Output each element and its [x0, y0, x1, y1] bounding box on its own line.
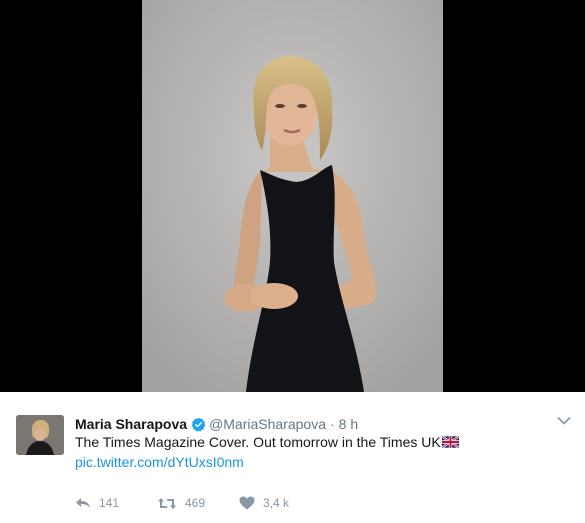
user-fullname[interactable]: Maria Sharapova: [75, 416, 187, 432]
user-handle[interactable]: @MariaSharapova: [209, 416, 326, 432]
tweet-photo[interactable]: [142, 0, 443, 392]
verified-badge-icon: [191, 417, 206, 432]
retweet-icon: [158, 497, 176, 509]
tweet-timestamp[interactable]: 8 h: [339, 416, 358, 432]
retweet-button[interactable]: 469: [157, 496, 239, 510]
tweet-media[interactable]: [0, 0, 585, 392]
tweet-text: The Times Magazine Cover. Out tomorrow i…: [75, 433, 459, 451]
reply-icon: [76, 498, 90, 508]
tweet-actions: 141 469 3,4 k: [75, 494, 289, 512]
reply-button[interactable]: 141: [75, 496, 133, 510]
heart-icon: [239, 496, 255, 510]
tweet-media-link[interactable]: pic.twitter.com/dYtUxsI0nm: [75, 453, 244, 471]
chevron-down-icon[interactable]: [557, 416, 571, 426]
like-count: 3,4 k: [263, 496, 290, 510]
photo-illustration: [142, 0, 443, 392]
like-button[interactable]: 3,4 k: [239, 496, 289, 510]
tweet: Maria Sharapova @MariaSharapova · 8 h Th…: [0, 392, 585, 523]
tweet-text-content: The Times Magazine Cover. Out tomorrow i…: [75, 434, 441, 450]
reply-count: 141: [99, 496, 120, 510]
uk-flag-icon: [441, 436, 459, 448]
avatar[interactable]: [16, 415, 64, 455]
tweet-header: Maria Sharapova @MariaSharapova · 8 h: [75, 414, 358, 434]
retweet-count: 469: [185, 496, 206, 510]
avatar-image: [16, 415, 64, 455]
header-separator: ·: [330, 416, 335, 432]
